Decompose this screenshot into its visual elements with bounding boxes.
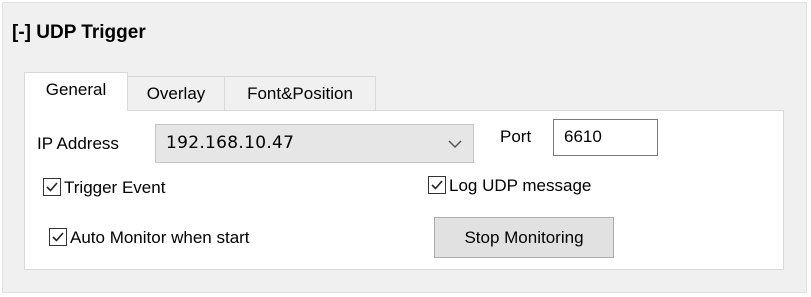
trigger-event-label[interactable]: Trigger Event — [64, 178, 165, 198]
log-udp-checkbox[interactable] — [428, 176, 446, 194]
checkmark-icon — [52, 232, 64, 242]
chevron-down-icon[interactable] — [447, 137, 463, 151]
auto-monitor-checkbox[interactable] — [49, 228, 67, 246]
tab-overlay[interactable]: Overlay — [127, 76, 225, 110]
tab-font-position[interactable]: Font&Position — [224, 76, 376, 110]
log-udp-label[interactable]: Log UDP message — [449, 176, 591, 196]
port-field[interactable] — [553, 119, 658, 156]
port-label: Port — [500, 127, 532, 146]
tab-general[interactable]: General — [24, 72, 128, 111]
ip-address-label: IP Address — [37, 134, 119, 153]
stop-monitoring-button[interactable]: Stop Monitoring — [434, 217, 614, 258]
port-input[interactable] — [564, 122, 654, 152]
checkmark-icon — [46, 182, 58, 192]
ip-address-combo[interactable]: 192.168.10.47 — [155, 124, 474, 163]
checkmark-icon — [431, 180, 443, 190]
ip-address-value: 192.168.10.47 — [166, 133, 295, 153]
auto-monitor-label[interactable]: Auto Monitor when start — [70, 228, 250, 248]
panel-title[interactable]: [-] UDP Trigger — [12, 22, 146, 44]
trigger-event-checkbox[interactable] — [43, 178, 61, 196]
